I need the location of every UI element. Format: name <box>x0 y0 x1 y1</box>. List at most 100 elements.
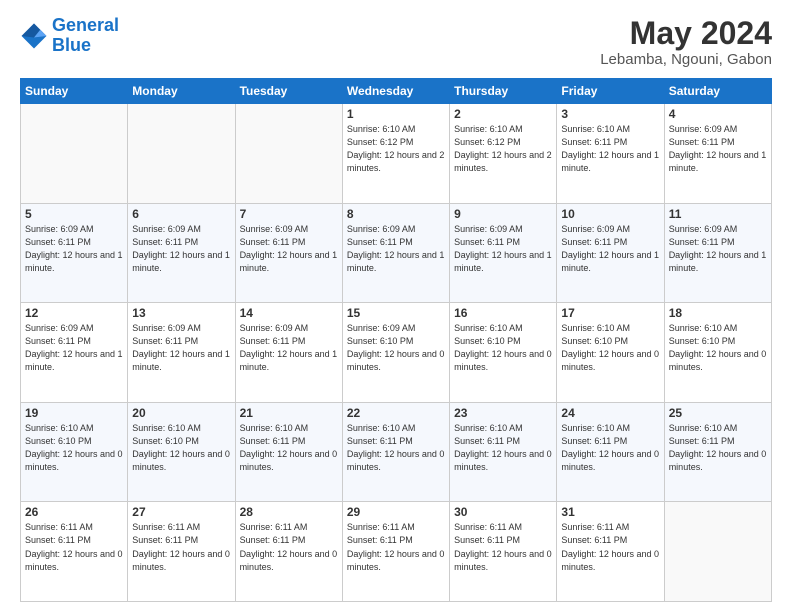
day-number: 3 <box>561 107 659 121</box>
day-number: 10 <box>561 207 659 221</box>
day-info: Sunrise: 6:10 AM Sunset: 6:10 PM Dayligh… <box>25 422 123 474</box>
day-info: Sunrise: 6:10 AM Sunset: 6:11 PM Dayligh… <box>347 422 445 474</box>
day-cell: 19 Sunrise: 6:10 AM Sunset: 6:10 PM Dayli… <box>21 402 128 502</box>
day-cell: 3 Sunrise: 6:10 AM Sunset: 6:11 PM Daylig… <box>557 104 664 204</box>
day-cell: 20 Sunrise: 6:10 AM Sunset: 6:10 PM Dayli… <box>128 402 235 502</box>
day-number: 14 <box>240 306 338 320</box>
day-number: 16 <box>454 306 552 320</box>
day-number: 29 <box>347 505 445 519</box>
page: General Blue May 2024 Lebamba, Ngouni, G… <box>0 0 792 612</box>
day-number: 13 <box>132 306 230 320</box>
day-info: Sunrise: 6:10 AM Sunset: 6:11 PM Dayligh… <box>240 422 338 474</box>
logo-text: General Blue <box>52 16 119 56</box>
day-cell: 1 Sunrise: 6:10 AM Sunset: 6:12 PM Daylig… <box>342 104 449 204</box>
day-number: 27 <box>132 505 230 519</box>
day-cell: 8 Sunrise: 6:09 AM Sunset: 6:11 PM Daylig… <box>342 203 449 303</box>
day-cell: 6 Sunrise: 6:09 AM Sunset: 6:11 PM Daylig… <box>128 203 235 303</box>
header-cell-sunday: Sunday <box>21 79 128 104</box>
day-info: Sunrise: 6:11 AM Sunset: 6:11 PM Dayligh… <box>347 521 445 573</box>
day-number: 15 <box>347 306 445 320</box>
day-number: 22 <box>347 406 445 420</box>
day-number: 25 <box>669 406 767 420</box>
day-info: Sunrise: 6:10 AM Sunset: 6:10 PM Dayligh… <box>561 322 659 374</box>
day-number: 26 <box>25 505 123 519</box>
week-row-2: 12Sunrise: 6:09 AM Sunset: 6:11 PM Dayli… <box>21 303 772 403</box>
day-number: 20 <box>132 406 230 420</box>
day-number: 9 <box>454 207 552 221</box>
day-info: Sunrise: 6:09 AM Sunset: 6:11 PM Dayligh… <box>347 223 445 275</box>
day-cell: 29 Sunrise: 6:11 AM Sunset: 6:11 PM Dayli… <box>342 502 449 602</box>
day-number: 21 <box>240 406 338 420</box>
day-cell: 23 Sunrise: 6:10 AM Sunset: 6:11 PM Dayli… <box>450 402 557 502</box>
header: General Blue May 2024 Lebamba, Ngouni, G… <box>20 16 772 68</box>
day-cell: 27 Sunrise: 6:11 AM Sunset: 6:11 PM Dayli… <box>128 502 235 602</box>
day-info: Sunrise: 6:10 AM Sunset: 6:11 PM Dayligh… <box>561 422 659 474</box>
day-cell <box>21 104 128 204</box>
day-info: Sunrise: 6:10 AM Sunset: 6:12 PM Dayligh… <box>454 123 552 175</box>
day-cell: 31 Sunrise: 6:11 AM Sunset: 6:11 PM Dayli… <box>557 502 664 602</box>
title-block: May 2024 Lebamba, Ngouni, Gabon <box>600 16 772 68</box>
day-cell: 4 Sunrise: 6:09 AM Sunset: 6:11 PM Daylig… <box>664 104 771 204</box>
header-cell-friday: Friday <box>557 79 664 104</box>
day-info: Sunrise: 6:10 AM Sunset: 6:11 PM Dayligh… <box>561 123 659 175</box>
day-number: 28 <box>240 505 338 519</box>
day-number: 18 <box>669 306 767 320</box>
day-cell: 10Sunrise: 6:09 AM Sunset: 6:11 PM Dayli… <box>557 203 664 303</box>
day-number: 5 <box>25 207 123 221</box>
day-number: 7 <box>240 207 338 221</box>
day-cell: 12Sunrise: 6:09 AM Sunset: 6:11 PM Dayli… <box>21 303 128 403</box>
day-cell <box>664 502 771 602</box>
day-info: Sunrise: 6:11 AM Sunset: 6:11 PM Dayligh… <box>454 521 552 573</box>
day-cell: 24Sunrise: 6:10 AM Sunset: 6:11 PM Dayli… <box>557 402 664 502</box>
day-number: 1 <box>347 107 445 121</box>
day-cell: 15Sunrise: 6:09 AM Sunset: 6:10 PM Dayli… <box>342 303 449 403</box>
logo-icon <box>20 22 48 50</box>
day-number: 4 <box>669 107 767 121</box>
day-info: Sunrise: 6:10 AM Sunset: 6:10 PM Dayligh… <box>132 422 230 474</box>
day-info: Sunrise: 6:09 AM Sunset: 6:11 PM Dayligh… <box>669 123 767 175</box>
calendar-header: SundayMondayTuesdayWednesdayThursdayFrid… <box>21 79 772 104</box>
header-row: SundayMondayTuesdayWednesdayThursdayFrid… <box>21 79 772 104</box>
header-cell-thursday: Thursday <box>450 79 557 104</box>
logo: General Blue <box>20 16 119 56</box>
day-cell <box>128 104 235 204</box>
calendar-table: SundayMondayTuesdayWednesdayThursdayFrid… <box>20 78 772 602</box>
day-info: Sunrise: 6:11 AM Sunset: 6:11 PM Dayligh… <box>240 521 338 573</box>
day-cell: 11Sunrise: 6:09 AM Sunset: 6:11 PM Dayli… <box>664 203 771 303</box>
day-number: 2 <box>454 107 552 121</box>
week-row-1: 5 Sunrise: 6:09 AM Sunset: 6:11 PM Daylig… <box>21 203 772 303</box>
day-info: Sunrise: 6:09 AM Sunset: 6:11 PM Dayligh… <box>240 223 338 275</box>
day-cell: 17 Sunrise: 6:10 AM Sunset: 6:10 PM Dayli… <box>557 303 664 403</box>
day-number: 8 <box>347 207 445 221</box>
week-row-3: 19 Sunrise: 6:10 AM Sunset: 6:10 PM Dayli… <box>21 402 772 502</box>
day-number: 31 <box>561 505 659 519</box>
day-info: Sunrise: 6:11 AM Sunset: 6:11 PM Dayligh… <box>561 521 659 573</box>
day-number: 6 <box>132 207 230 221</box>
day-cell: 30 Sunrise: 6:11 AM Sunset: 6:11 PM Dayli… <box>450 502 557 602</box>
day-cell: 22 Sunrise: 6:10 AM Sunset: 6:11 PM Dayli… <box>342 402 449 502</box>
day-info: Sunrise: 6:09 AM Sunset: 6:11 PM Dayligh… <box>454 223 552 275</box>
day-info: Sunrise: 6:11 AM Sunset: 6:11 PM Dayligh… <box>25 521 123 573</box>
day-cell: 13Sunrise: 6:09 AM Sunset: 6:11 PM Dayli… <box>128 303 235 403</box>
day-cell: 28 Sunrise: 6:11 AM Sunset: 6:11 PM Dayli… <box>235 502 342 602</box>
day-cell: 25 Sunrise: 6:10 AM Sunset: 6:11 PM Dayli… <box>664 402 771 502</box>
day-info: Sunrise: 6:10 AM Sunset: 6:11 PM Dayligh… <box>454 422 552 474</box>
day-cell: 18 Sunrise: 6:10 AM Sunset: 6:10 PM Dayli… <box>664 303 771 403</box>
day-number: 23 <box>454 406 552 420</box>
day-info: Sunrise: 6:09 AM Sunset: 6:11 PM Dayligh… <box>132 223 230 275</box>
day-info: Sunrise: 6:10 AM Sunset: 6:11 PM Dayligh… <box>669 422 767 474</box>
calendar-body: 1 Sunrise: 6:10 AM Sunset: 6:12 PM Daylig… <box>21 104 772 602</box>
day-info: Sunrise: 6:10 AM Sunset: 6:12 PM Dayligh… <box>347 123 445 175</box>
day-info: Sunrise: 6:11 AM Sunset: 6:11 PM Dayligh… <box>132 521 230 573</box>
day-cell: 9 Sunrise: 6:09 AM Sunset: 6:11 PM Daylig… <box>450 203 557 303</box>
day-number: 19 <box>25 406 123 420</box>
day-cell: 14Sunrise: 6:09 AM Sunset: 6:11 PM Dayli… <box>235 303 342 403</box>
header-cell-saturday: Saturday <box>664 79 771 104</box>
day-cell: 2 Sunrise: 6:10 AM Sunset: 6:12 PM Daylig… <box>450 104 557 204</box>
day-info: Sunrise: 6:10 AM Sunset: 6:10 PM Dayligh… <box>669 322 767 374</box>
week-row-0: 1 Sunrise: 6:10 AM Sunset: 6:12 PM Daylig… <box>21 104 772 204</box>
day-number: 30 <box>454 505 552 519</box>
day-number: 17 <box>561 306 659 320</box>
day-info: Sunrise: 6:09 AM Sunset: 6:11 PM Dayligh… <box>25 223 123 275</box>
day-cell: 26 Sunrise: 6:11 AM Sunset: 6:11 PM Dayli… <box>21 502 128 602</box>
